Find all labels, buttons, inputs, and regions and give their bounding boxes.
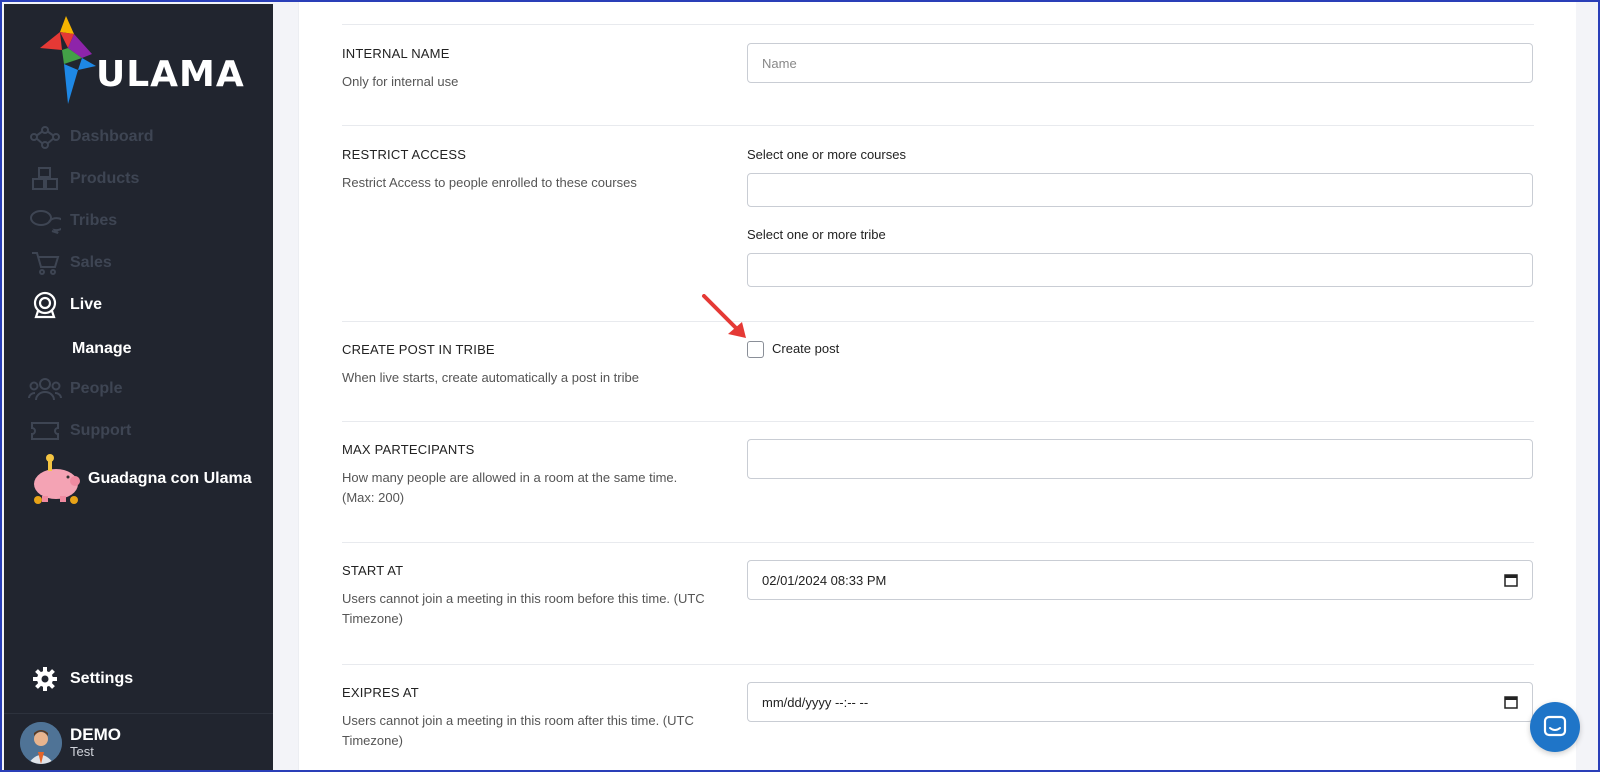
- calendar-icon[interactable]: [1504, 695, 1518, 709]
- max-participants-input[interactable]: [747, 439, 1533, 479]
- user-name: DEMO: [70, 725, 121, 744]
- chat-icon: [1543, 715, 1567, 737]
- start-at-desc: Users cannot join a meeting in this room…: [342, 591, 705, 626]
- create-post-title: CREATE POST IN TRIBE: [342, 342, 495, 357]
- internal-name-input[interactable]: Name: [747, 43, 1533, 83]
- calendar-icon[interactable]: [1504, 573, 1518, 587]
- sidebar-item-live[interactable]: Live: [28, 290, 102, 320]
- chat-bubbles-icon: [28, 207, 62, 235]
- courses-label: Select one or more courses: [747, 147, 906, 162]
- gear-icon: [28, 665, 62, 693]
- create-post-checkbox[interactable]: [747, 341, 764, 358]
- divider: [342, 421, 1534, 422]
- internal-name-placeholder: Name: [762, 55, 797, 71]
- internal-name-desc: Only for internal use: [342, 74, 459, 89]
- create-post-desc: When live starts, create automatically a…: [342, 370, 639, 385]
- sidebar-item-earn[interactable]: Guadagna con Ulama: [28, 452, 252, 506]
- sidebar-item-products[interactable]: Products: [28, 164, 139, 194]
- internal-name-title: INTERNAL NAME: [342, 46, 450, 61]
- expires-at-placeholder: mm/dd/yyyy --:-- --: [762, 694, 869, 710]
- sidebar-divider: [4, 713, 273, 714]
- courses-select[interactable]: [747, 173, 1533, 207]
- tribe-select[interactable]: [747, 253, 1533, 287]
- max-participants-title: MAX PARTECIPANTS: [342, 442, 475, 457]
- start-at-title: START AT: [342, 563, 404, 578]
- piggy-bank-icon: [34, 454, 80, 504]
- user-subtitle: Test: [70, 744, 94, 759]
- expires-at-title: EXIPRES AT: [342, 685, 419, 700]
- cart-icon: [28, 249, 62, 277]
- sidebar-item-tribes[interactable]: Tribes: [28, 206, 117, 236]
- sidebar-item-label: Dashboard: [70, 128, 154, 145]
- create-post-checkbox-label[interactable]: Create post: [772, 341, 839, 356]
- sidebar-item-settings[interactable]: Settings: [28, 664, 133, 694]
- divider: [342, 664, 1534, 665]
- ticket-icon: [28, 417, 62, 445]
- earn-label: Guadagna con Ulama: [88, 470, 252, 487]
- people-icon: [28, 375, 62, 403]
- restrict-access-desc: Restrict Access to people enrolled to th…: [342, 175, 637, 190]
- chat-launcher-button[interactable]: [1530, 702, 1580, 752]
- restrict-access-title: RESTRICT ACCESS: [342, 147, 467, 162]
- sidebar: ULAMA Dashboard Products Tribes Sales Li…: [4, 4, 273, 770]
- divider: [342, 24, 1534, 25]
- start-at-datetime-input[interactable]: 02/01/2024 08:33 PM: [747, 560, 1533, 600]
- expires-at-desc: Users cannot join a meeting in this room…: [342, 713, 694, 748]
- user-profile[interactable]: DEMO Test: [20, 722, 121, 764]
- webcam-icon: [28, 291, 62, 319]
- sidebar-item-label: Products: [70, 170, 140, 187]
- logo-text: ULAMA: [96, 54, 245, 95]
- tribe-label: Select one or more tribe: [747, 227, 886, 242]
- network-icon: [28, 123, 62, 151]
- sidebar-item-sales[interactable]: Sales: [28, 248, 112, 278]
- sidebar-item-label: People: [70, 380, 123, 397]
- red-arrow-annotation-icon: [702, 294, 746, 338]
- divider: [342, 321, 1534, 322]
- sidebar-item-label: Settings: [70, 670, 134, 687]
- sidebar-item-label: Tribes: [70, 212, 118, 229]
- max-participants-desc: How many people are allowed in a room at…: [342, 470, 678, 505]
- avatar: [20, 722, 62, 764]
- sidebar-item-dashboard[interactable]: Dashboard: [28, 122, 154, 152]
- sidebar-item-label: Sales: [70, 254, 112, 271]
- divider: [342, 125, 1534, 126]
- start-at-value: 02/01/2024 08:33 PM: [762, 572, 887, 588]
- sidebar-subitem-manage[interactable]: Manage: [72, 340, 132, 358]
- sidebar-item-label: Support: [70, 422, 132, 439]
- expires-at-datetime-input[interactable]: mm/dd/yyyy --:-- --: [747, 682, 1533, 722]
- cubes-icon: [28, 165, 62, 193]
- sidebar-item-support[interactable]: Support: [28, 416, 131, 446]
- sidebar-item-label: Live: [70, 296, 103, 313]
- ulama-logo[interactable]: ULAMA: [38, 14, 248, 106]
- divider: [342, 542, 1534, 543]
- app-window: ULAMA Dashboard Products Tribes Sales Li…: [0, 0, 1600, 772]
- sidebar-item-people[interactable]: People: [28, 374, 122, 404]
